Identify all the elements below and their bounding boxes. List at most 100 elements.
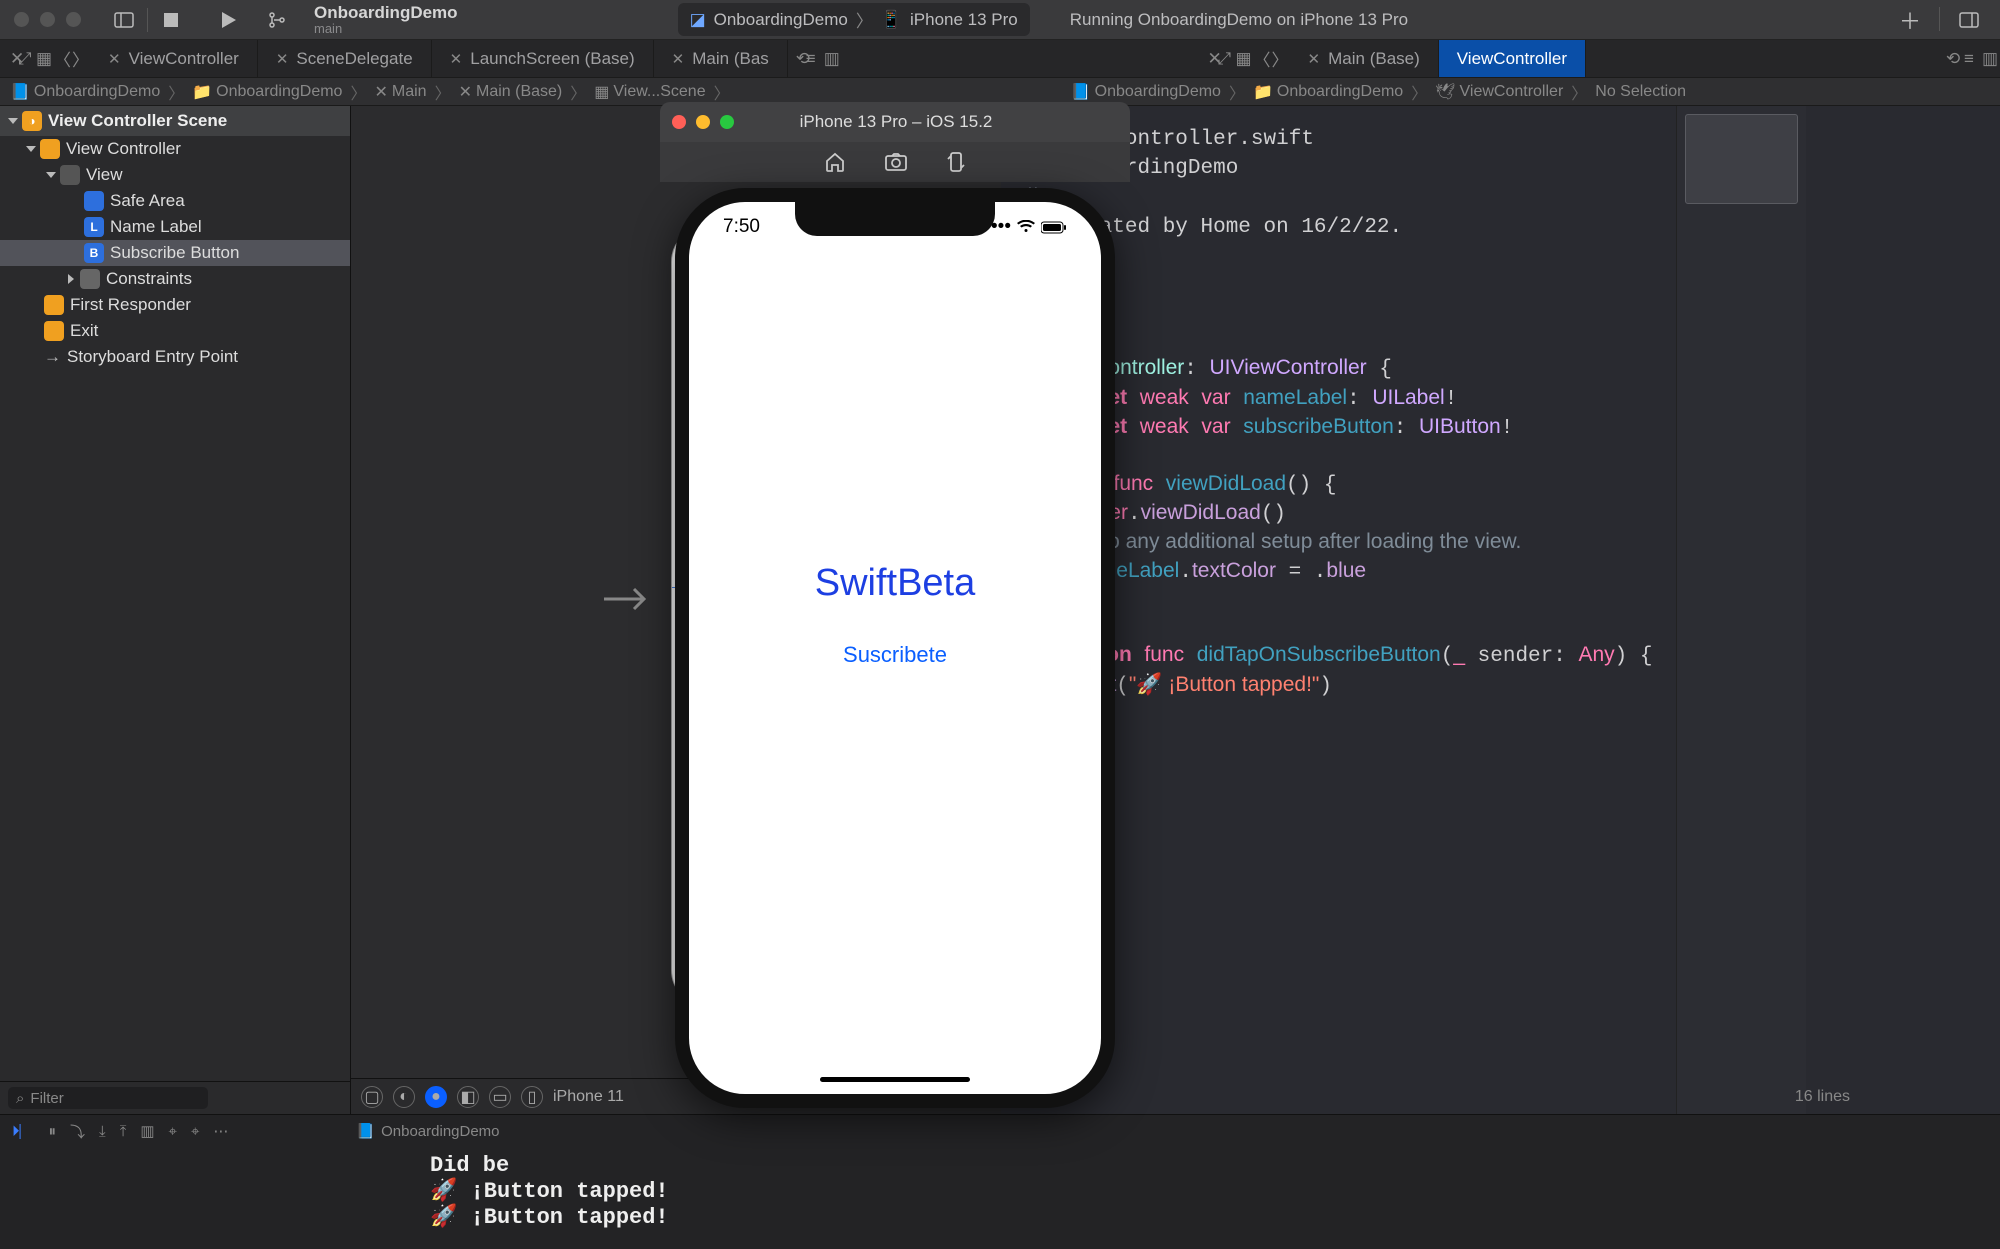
tab-viewcontroller-right[interactable]: ViewController [1439,40,1586,77]
close-window-icon[interactable] [14,12,29,27]
debug-pause-icon[interactable]: ⏸ [49,1123,57,1140]
rotate-icon[interactable] [946,151,966,173]
home-indicator[interactable] [820,1077,970,1082]
crumb-item[interactable]: 📁 OnboardingDemo [192,82,342,102]
tab-main-right[interactable]: ✕Main (Base) [1290,40,1439,77]
outline-item[interactable]: →Storyboard Entry Point [0,344,350,370]
split-icon[interactable]: ▥ [824,49,842,69]
tab-strip: ✕ ⤢ ▦ 〈 〉 ✕ViewController ✕SceneDelegate… [0,40,2000,78]
tab-viewcontroller[interactable]: ✕ViewController [90,40,258,77]
tab-group-right: ✕ ⤢ ▦ 〈 〉 ✕Main (Base) ViewController ⟲ … [1200,40,2000,77]
crumb-item[interactable]: 📘 OnboardingDemo [10,82,160,102]
line-count-label: 16 lines [1795,1088,1850,1106]
step-out-icon[interactable]: ⤒ [120,1123,127,1140]
titlebar: OnboardingDemo main ◪ OnboardingDemo 〉 📱… [0,0,2000,40]
nav-fwd-icon[interactable]: 〉 [1272,46,1290,71]
list-icon[interactable]: ≡ [1964,49,1982,69]
outline-item[interactable]: First Responder [0,292,350,318]
app-subscribe-button[interactable]: Suscribete [689,642,1101,668]
debug-more-icon[interactable]: ⋯ [213,1122,228,1140]
debug-view-icon[interactable]: ▥ [140,1122,154,1140]
run-button[interactable] [212,7,246,33]
project-label: OnboardingDemo main [314,4,458,35]
scm-button[interactable] [260,7,294,33]
zoom-window-icon[interactable] [720,115,734,129]
screenshot-icon[interactable] [884,152,908,172]
canvas-device-label[interactable]: iPhone 11 [553,1088,624,1106]
debug-area: ⏵⎸ ⏸ ⤵ ⤓ ⤒ ▥ ⌖ ⌖ ⋯ 📘 OnboardingDemo Did … [0,1114,2000,1249]
close-tab-icon[interactable]: ✕ [1200,49,1218,69]
toggle-nav-icon[interactable] [107,7,141,33]
appearance-icon[interactable]: ◐ [393,1086,415,1108]
nav-back-icon[interactable]: 〈 [1254,46,1272,71]
outline-item[interactable]: View Controller [0,136,350,162]
toggle-inspectors-icon[interactable] [1952,7,1986,33]
build-status: Running OnboardingDemo on iPhone 13 Pro [1070,10,1408,30]
step-into-icon[interactable]: ⤓ [99,1123,106,1140]
refresh-icon[interactable]: ⟲ [1946,49,1964,69]
outline-item[interactable]: Exit [0,318,350,344]
orientation-icon[interactable]: ◧ [457,1086,479,1108]
minimize-window-icon[interactable] [696,115,710,129]
zoom-window-icon[interactable] [66,12,81,27]
home-icon[interactable] [824,152,846,172]
console-output[interactable]: Did be🚀 ¡Button tapped!🚀 ¡Button tapped! [0,1147,2000,1249]
debug-target[interactable]: 📘 OnboardingDemo [356,1122,499,1140]
outline-header[interactable]: ◑ View Controller Scene [0,106,350,136]
source-editor[interactable]: // ViewController.swift // OnboardingDem… [1001,106,2000,1114]
outline-item[interactable]: Safe Area [0,188,350,214]
crumb-item[interactable]: 📘 OnboardingDemo [1071,82,1221,102]
minimize-window-icon[interactable] [40,12,55,27]
simulator-window[interactable]: iPhone 13 Pro – iOS 15.2 7:50 ••• SwiftB… [660,102,1130,1108]
debug-bar: ⏵⎸ ⏸ ⤵ ⤓ ⤒ ▥ ⌖ ⌖ ⋯ 📘 OnboardingDemo [0,1115,2000,1147]
expand-icon[interactable]: ⤢ [18,49,36,69]
outline-item[interactable]: BSubscribe Button [0,240,350,266]
simulator-titlebar[interactable]: iPhone 13 Pro – iOS 15.2 [660,102,1130,142]
window-traffic-lights[interactable] [14,12,81,27]
signal-icon: ••• [991,216,1011,238]
tab-launchscreen[interactable]: ✕LaunchScreen (Base) [432,40,654,77]
simulator-device[interactable]: 7:50 ••• SwiftBeta Suscribete [675,188,1115,1108]
outline-filter-input[interactable]: ⌕ Filter [8,1087,208,1109]
grid-icon[interactable]: ▦ [36,49,54,69]
simulator-title: iPhone 13 Pro – iOS 15.2 [734,112,1058,132]
crumb-item[interactable]: No Selection [1595,83,1686,101]
dark-mode-icon[interactable]: ● [425,1086,447,1108]
outline-item[interactable]: View [0,162,350,188]
expand-icon[interactable]: ⤢ [1218,49,1236,69]
scheme-selector[interactable]: ◪ OnboardingDemo 〉 📱 iPhone 13 Pro [678,3,1030,36]
tab-main[interactable]: ✕Main (Bas [654,40,788,77]
outline-item[interactable]: Constraints [0,266,350,292]
crumb-item[interactable]: 📁 OnboardingDemo [1253,82,1403,102]
split-icon[interactable]: ▥ [1982,49,2000,69]
add-button[interactable]: ＋ [1893,7,1927,33]
device-ipad-icon[interactable]: ▭ [489,1086,511,1108]
debug-memory-icon[interactable]: ⌖ [169,1123,177,1140]
project-name: OnboardingDemo [314,4,458,22]
grid-icon[interactable]: ▦ [1236,49,1254,69]
crumb-item[interactable]: 🕊 ViewController [1435,82,1563,102]
refresh-icon[interactable]: ⟲ [788,49,806,69]
crumb-item[interactable]: ▦ View...Scene [594,82,705,102]
list-icon[interactable]: ≡ [806,49,824,69]
views-icon[interactable]: ▢ [361,1086,383,1108]
stop-button[interactable] [154,7,188,33]
debug-location-icon[interactable]: ⌖ [191,1123,199,1140]
close-window-icon[interactable] [672,115,686,129]
tab-scenedelegate[interactable]: ✕SceneDelegate [258,40,432,77]
nav-fwd-icon[interactable]: 〉 [72,46,90,71]
filter-icon: ⌕ [16,1090,24,1107]
nav-back-icon[interactable]: 〈 [54,46,72,71]
crumb-item[interactable]: ✕ Main [374,82,426,102]
tab-group-left: ✕ ⤢ ▦ 〈 〉 ✕ViewController ✕SceneDelegate… [0,40,842,77]
close-tab-icon[interactable]: ✕ [0,49,18,69]
debug-continue-icon[interactable]: ⏵⎸ [12,1123,35,1140]
app-title-label: SwiftBeta [689,562,1101,605]
outline-item[interactable]: LName Label [0,214,350,240]
status-time: 7:50 [723,216,760,238]
step-over-icon[interactable]: ⤵ [70,1121,85,1142]
device-iphone-icon[interactable]: ▯ [521,1086,543,1108]
scheme-name: OnboardingDemo [714,10,848,30]
crumb-item[interactable]: ✕ Main (Base) [459,82,563,102]
minimap[interactable] [1676,106,1806,1114]
